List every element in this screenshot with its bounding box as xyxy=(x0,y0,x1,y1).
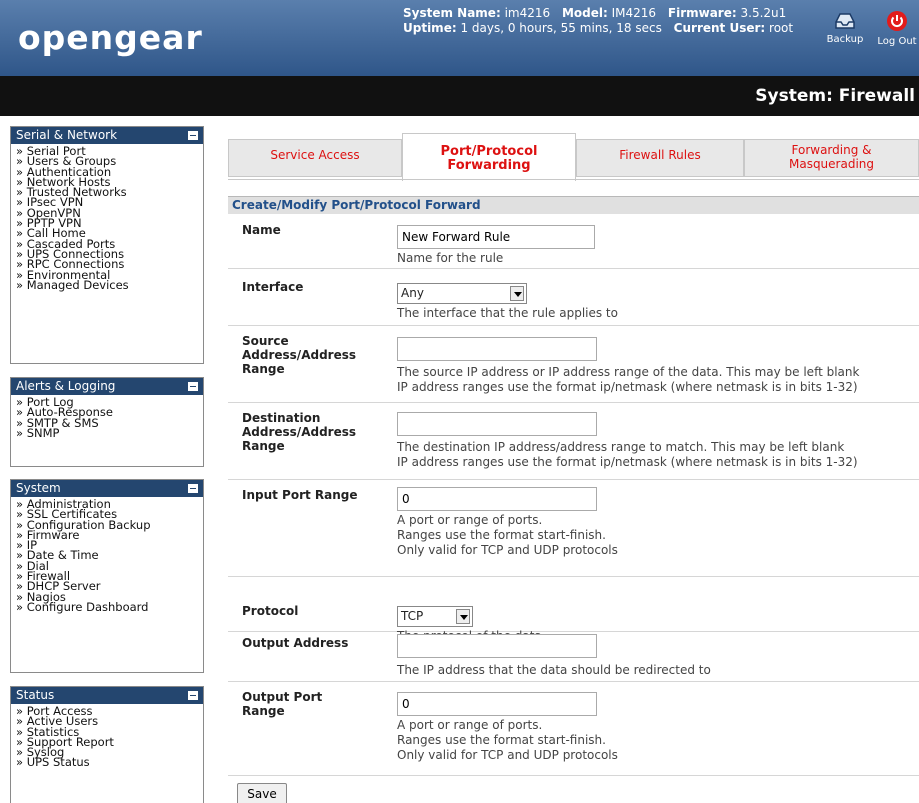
source-address-input[interactable] xyxy=(397,337,597,361)
sidebar-item-managed-devices[interactable]: Managed Devices xyxy=(16,279,203,291)
uptime-value: 1 days, 0 hours, 55 mins, 18 secs xyxy=(460,21,662,35)
current-user-label: Current User: xyxy=(673,21,766,35)
name-label: Name xyxy=(242,223,281,237)
form-row-input-port: Input Port Range A port or range of port… xyxy=(228,480,919,577)
output-address-input[interactable] xyxy=(397,634,597,658)
input-port-help: A port or range of ports. xyxy=(397,513,543,527)
system-name-label: System Name: xyxy=(403,6,501,20)
firmware-value: 3.5.2u1 xyxy=(740,6,787,20)
tab-firewall-rules[interactable]: Firewall Rules xyxy=(576,139,744,177)
page-title: System: Firewall xyxy=(755,86,915,106)
sidebar-panel-serial-network: Serial & Network Serial Port Users & Gro… xyxy=(10,126,204,364)
interface-select[interactable]: Any xyxy=(397,283,527,304)
protocol-label: Protocol xyxy=(242,604,299,618)
backup-button[interactable]: Backup xyxy=(825,10,865,45)
panel-header[interactable]: Serial & Network xyxy=(11,127,203,144)
destination-label: Destination Address/Address Range xyxy=(242,411,356,453)
tab-label: Port/Protocol Forwarding xyxy=(440,144,538,173)
model-label: Model: xyxy=(561,6,608,20)
chevron-down-icon xyxy=(456,609,470,624)
collapse-icon[interactable] xyxy=(188,131,198,140)
current-user-value: root xyxy=(769,21,794,35)
save-button[interactable]: Save xyxy=(237,783,287,803)
output-port-input[interactable] xyxy=(397,692,597,716)
power-icon xyxy=(887,11,907,31)
panel-title: System xyxy=(16,481,61,495)
panel-links: Administration SSL Certificates Configur… xyxy=(11,497,203,615)
form-row-name: Name Name for the rule xyxy=(228,215,919,269)
output-port-label: Output Port Range xyxy=(242,690,323,718)
panel-header[interactable]: Status xyxy=(11,687,203,704)
collapse-icon[interactable] xyxy=(188,382,198,391)
form-row-source: Source Address/Address Range The source … xyxy=(228,326,919,403)
backup-label: Backup xyxy=(826,34,864,45)
panel-title: Serial & Network xyxy=(16,128,118,142)
tab-label: Forwarding & Masquerading xyxy=(788,143,875,171)
tab-service-access[interactable]: Service Access xyxy=(228,139,402,177)
sidebar-item-ups-status[interactable]: UPS Status xyxy=(16,757,203,769)
firmware-label: Firmware: xyxy=(667,6,737,20)
panel-links: Serial Port Users & Groups Authenticatio… xyxy=(11,144,203,293)
panel-links: Port Log Auto-Response SMTP & SMS SNMP xyxy=(11,395,203,441)
destination-address-input[interactable] xyxy=(397,412,597,436)
sidebar-item-snmp[interactable]: SNMP xyxy=(16,427,203,439)
panel-title: Status xyxy=(16,688,55,702)
output-port-help-protocols: Only valid for TCP and UDP protocols xyxy=(397,748,618,762)
panel-header[interactable]: System xyxy=(11,480,203,497)
form-row-protocol: Protocol TCP The protocol of the data xyxy=(228,577,919,643)
sidebar-panel-system: System Administration SSL Certificates C… xyxy=(10,479,204,673)
source-help-format: IP address ranges use the format ip/netm… xyxy=(397,380,858,394)
model-value: IM4216 xyxy=(611,6,657,20)
source-help: The source IP address or IP address rang… xyxy=(397,365,860,379)
panel-header[interactable]: Alerts & Logging xyxy=(11,378,203,395)
form-row-output-address: Output Address The IP address that the d… xyxy=(228,632,919,682)
form-row-destination: Destination Address/Address Range The de… xyxy=(228,403,919,480)
interface-help: The interface that the rule applies to xyxy=(397,306,618,320)
chevron-down-icon xyxy=(510,286,524,301)
opengear-logo: opengear xyxy=(18,18,203,57)
name-input[interactable] xyxy=(397,225,595,249)
name-help: Name for the rule xyxy=(397,251,504,265)
input-port-input[interactable] xyxy=(397,487,597,511)
protocol-selected-value: TCP xyxy=(401,609,424,623)
tab-forwarding-masquerading[interactable]: Forwarding & Masquerading xyxy=(744,139,919,177)
uptime-label: Uptime: xyxy=(403,21,457,35)
output-address-help: The IP address that the data should be r… xyxy=(397,663,711,677)
output-port-help-format: Ranges use the format start-finish. xyxy=(397,733,606,747)
backup-icon xyxy=(835,13,855,29)
logout-button[interactable]: Log Out xyxy=(875,10,919,47)
output-port-help: A port or range of ports. xyxy=(397,718,543,732)
collapse-icon[interactable] xyxy=(188,484,198,493)
system-info: System Name: im4216 Model: IM4216 Firmwa… xyxy=(403,6,793,36)
tab-divider xyxy=(228,179,919,180)
input-port-help-format: Ranges use the format start-finish. xyxy=(397,528,606,542)
input-port-help-protocols: Only valid for TCP and UDP protocols xyxy=(397,543,618,557)
form-row-output-port: Output Port Range A port or range of por… xyxy=(228,682,919,776)
panel-title: Alerts & Logging xyxy=(16,379,116,393)
logout-label: Log Out xyxy=(877,36,917,47)
output-address-label: Output Address xyxy=(242,636,349,650)
input-port-label: Input Port Range xyxy=(242,488,358,502)
panel-links: Port Access Active Users Statistics Supp… xyxy=(11,704,203,771)
interface-label: Interface xyxy=(242,280,304,294)
sidebar-item-configure-dashboard[interactable]: Configure Dashboard xyxy=(16,601,203,613)
protocol-select[interactable]: TCP xyxy=(397,606,473,627)
sidebar-panel-status: Status Port Access Active Users Statisti… xyxy=(10,686,204,803)
system-name-value: im4216 xyxy=(504,6,551,20)
top-header: opengear System Name: im4216 Model: IM42… xyxy=(0,0,919,76)
sidebar-panel-alerts-logging: Alerts & Logging Port Log Auto-Response … xyxy=(10,377,204,467)
destination-help: The destination IP address/address range… xyxy=(397,440,845,454)
form-row-interface: Interface Any The interface that the rul… xyxy=(228,269,919,326)
title-bar: System: Firewall xyxy=(0,76,919,116)
destination-help-format: IP address ranges use the format ip/netm… xyxy=(397,455,858,469)
source-label: Source Address/Address Range xyxy=(242,334,356,376)
collapse-icon[interactable] xyxy=(188,691,198,700)
interface-selected-value: Any xyxy=(401,286,424,300)
form-section-title: Create/Modify Port/Protocol Forward xyxy=(228,196,919,214)
tab-bar: Service Access Port/Protocol Forwarding … xyxy=(228,133,919,181)
tab-port-protocol-forwarding[interactable]: Port/Protocol Forwarding xyxy=(402,133,576,181)
